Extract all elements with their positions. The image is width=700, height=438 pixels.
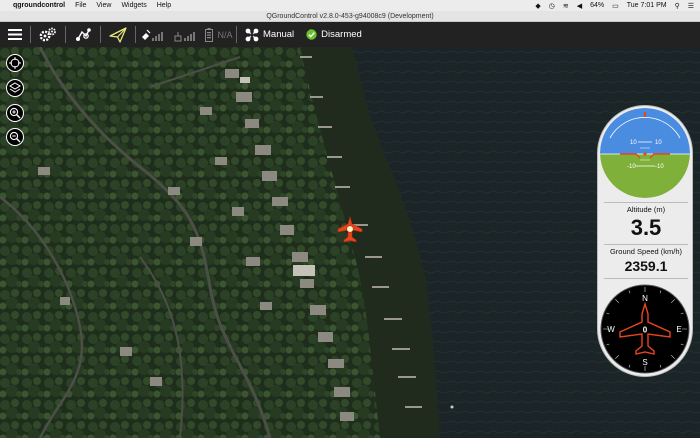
center-map-button[interactable]: [6, 54, 24, 72]
zoom-in-button[interactable]: [6, 104, 24, 122]
pitch-tick-label: 10: [630, 140, 637, 146]
gps-status[interactable]: [136, 22, 168, 47]
zoom-in-icon: [9, 107, 21, 119]
wifi-icon[interactable]: ≋: [563, 2, 569, 10]
flight-mode-selector[interactable]: Manual: [237, 22, 302, 47]
ground-speed-value: 2359.1: [624, 258, 668, 274]
battery-value: N/A: [217, 29, 233, 40]
compass-west: W: [607, 325, 615, 334]
ground-speed-label: Ground Speed (km/h): [609, 247, 683, 256]
settings-button[interactable]: [31, 22, 65, 47]
window-title: QGroundControl v2.8.0-453-g94008c9 (Deve…: [0, 11, 700, 22]
flight-mode-label: Manual: [263, 29, 295, 40]
battery-icon[interactable]: ▭: [612, 2, 619, 10]
notification-list-icon[interactable]: ☰: [688, 2, 694, 10]
main-toolbar: N/A Manual Disarmed: [0, 22, 700, 47]
hamburger-icon: [8, 29, 22, 40]
crosshair-icon: [9, 57, 21, 69]
plan-route-icon: [76, 27, 91, 41]
battery-icon: [205, 27, 214, 42]
pitch-tick-label: -10: [627, 164, 636, 170]
divider: [604, 244, 688, 245]
heading-value: 0: [643, 326, 648, 335]
paper-plane-icon: [109, 26, 127, 43]
altitude-value: 3.5: [630, 215, 662, 240]
pitch-tick-label: -10: [655, 164, 664, 170]
attitude-indicator: 10 10 -10 -10: [600, 108, 690, 198]
fly-button[interactable]: [101, 22, 135, 47]
gears-icon: [39, 27, 56, 41]
menubar-status: ◆ ◷ ≋ ◀ 64% ▭ Tue 7:01 PM ⚲ ☰: [535, 2, 694, 10]
layers-icon: [9, 82, 21, 93]
instrument-panel: 10 10 -10 -10 Altitude (m) 3.5 Ground Sp…: [597, 105, 693, 377]
spotlight-icon[interactable]: ⚲: [675, 2, 680, 10]
dropbox-icon[interactable]: ◆: [535, 2, 540, 10]
map-layers-button[interactable]: [6, 79, 24, 97]
plan-button[interactable]: [66, 22, 100, 47]
rc-signal-icon: [174, 31, 195, 41]
clock[interactable]: Tue 7:01 PM: [627, 2, 667, 9]
volume-icon[interactable]: ◀: [577, 2, 582, 10]
vehicle-icon[interactable]: [337, 216, 363, 244]
zoom-out-button[interactable]: [6, 128, 24, 146]
rc-rssi-status[interactable]: [168, 22, 202, 47]
menu-widgets[interactable]: Widgets: [121, 2, 146, 9]
check-circle-icon: [306, 29, 317, 40]
menu-button[interactable]: [0, 22, 30, 47]
compass-dial: N S E W 0: [600, 284, 690, 374]
arm-state-label: Disarmed: [321, 29, 362, 40]
menu-view[interactable]: View: [96, 2, 111, 9]
satellite-signal-icon: [142, 29, 163, 41]
pitch-tick-label: 10: [655, 140, 662, 146]
quadcopter-icon: [245, 28, 259, 41]
battery-status[interactable]: N/A: [202, 22, 236, 47]
battery-percent[interactable]: 64%: [590, 2, 604, 9]
divider: [604, 202, 688, 203]
menu-app-name[interactable]: qgroundcontrol: [13, 2, 65, 9]
compass-north: N: [642, 294, 648, 303]
history-icon[interactable]: ◷: [549, 2, 555, 10]
divider: [604, 278, 688, 279]
satellite-map[interactable]: 10 10 -10 -10 Altitude (m) 3.5 Ground Sp…: [0, 47, 700, 438]
compass-south: S: [642, 358, 647, 367]
menu-file[interactable]: File: [75, 2, 86, 9]
menu-help[interactable]: Help: [157, 2, 171, 9]
altitude-label: Altitude (m): [626, 205, 666, 214]
zoom-out-icon: [9, 131, 21, 143]
compass-east: E: [676, 325, 681, 334]
arm-button[interactable]: Disarmed: [302, 22, 366, 47]
macos-menubar: qgroundcontrol File View Widgets Help ◆ …: [0, 0, 700, 11]
